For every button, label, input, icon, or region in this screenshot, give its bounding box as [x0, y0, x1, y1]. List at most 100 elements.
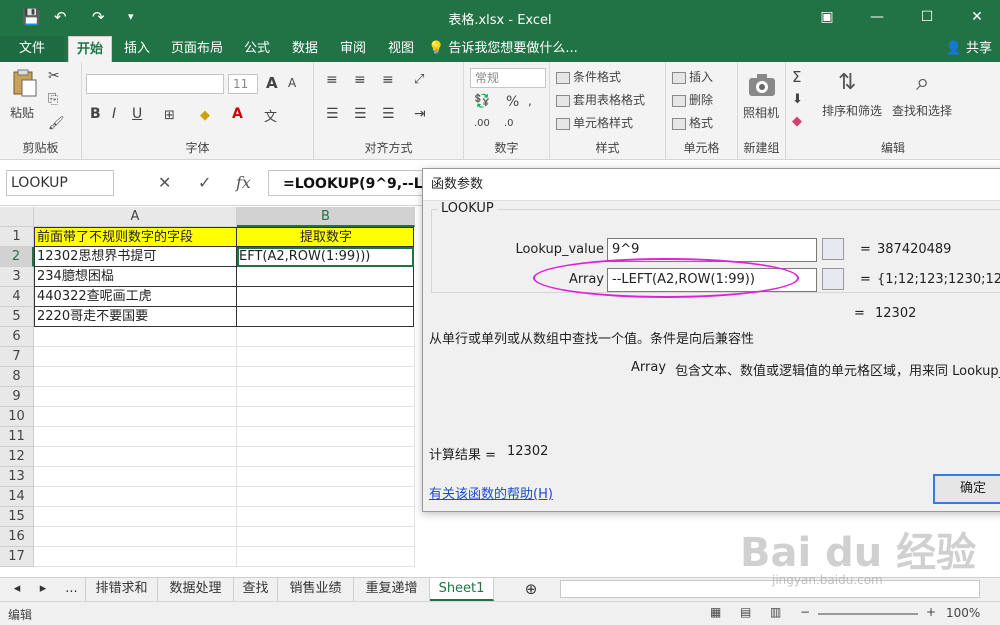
row-header[interactable]: 6	[0, 327, 34, 347]
empty-cell[interactable]	[34, 547, 237, 567]
empty-cell[interactable]	[34, 467, 237, 487]
ribbon-display-options-icon[interactable]: ▣	[812, 6, 842, 28]
row-header[interactable]: 10	[0, 407, 34, 427]
grow-font-icon[interactable]: A	[266, 74, 278, 92]
align-bottom-icon[interactable]: ≡	[382, 72, 394, 88]
sheet-nav-prev-icon[interactable]: ◂	[6, 578, 28, 601]
row-header[interactable]: 16	[0, 527, 34, 547]
minimize-button[interactable]: —	[862, 6, 892, 28]
tab-page-layout[interactable]: 页面布局	[164, 36, 230, 62]
row-header[interactable]: 17	[0, 547, 34, 567]
cut-icon[interactable]: ✂	[48, 68, 60, 84]
maximize-button[interactable]: ☐	[912, 6, 942, 28]
empty-cell[interactable]	[34, 367, 237, 387]
empty-cell[interactable]	[237, 407, 415, 427]
cell-a4[interactable]: 440322查呢画工虎	[34, 287, 237, 307]
sheet-tab[interactable]: 查找	[234, 578, 278, 601]
zoom-in-icon[interactable]: +	[926, 605, 936, 619]
select-all-corner[interactable]	[0, 207, 34, 227]
align-top-icon[interactable]: ≡	[326, 72, 338, 88]
find-select-icon[interactable]: ⌕	[916, 68, 929, 96]
empty-cell[interactable]	[237, 487, 415, 507]
cell-b2[interactable]: EFT(A2,ROW(1:99)))	[237, 247, 414, 267]
row-header[interactable]: 9	[0, 387, 34, 407]
empty-cell[interactable]	[237, 387, 415, 407]
cell-styles-button[interactable]: 单元格样式	[556, 114, 633, 131]
autosum-icon[interactable]: Σ	[792, 68, 801, 86]
sheet-tab[interactable]: 销售业绩	[278, 578, 354, 601]
shrink-font-icon[interactable]: A	[288, 76, 296, 90]
cell-a1[interactable]: 前面带了不规则数字的字段	[34, 227, 237, 247]
tab-view[interactable]: 视图	[380, 36, 422, 62]
paste-icon[interactable]	[10, 68, 40, 98]
camera-label[interactable]: 照相机	[743, 104, 779, 121]
arg-input-array[interactable]: --LEFT(A2,ROW(1:99))	[607, 268, 817, 292]
row-header[interactable]: 5	[0, 307, 34, 327]
empty-cell[interactable]	[237, 347, 415, 367]
row-header[interactable]: 8	[0, 367, 34, 387]
cell-b5[interactable]	[237, 307, 414, 327]
row-header[interactable]: 12	[0, 447, 34, 467]
sheet-nav-next-icon[interactable]: ▸	[32, 578, 54, 601]
empty-cell[interactable]	[34, 427, 237, 447]
phonetic-icon[interactable]: 文	[264, 106, 277, 125]
sheet-tab[interactable]: 重复递增	[354, 578, 430, 601]
conditional-format-button[interactable]: 条件格式	[556, 68, 621, 85]
font-size-input[interactable]: 11	[228, 74, 258, 94]
sort-filter-icon[interactable]: ⇅	[838, 70, 856, 95]
tab-home[interactable]: 开始	[68, 36, 112, 62]
row-header[interactable]: 13	[0, 467, 34, 487]
cancel-icon[interactable]: ✕	[158, 173, 171, 192]
column-header-a[interactable]: A	[34, 207, 237, 227]
row-header[interactable]: 14	[0, 487, 34, 507]
arg-input-lookup-value[interactable]: 9^9	[607, 238, 817, 262]
formula-input[interactable]: =LOOKUP(9^9,--LEFT(A2,ROW(1:99)))	[268, 170, 428, 196]
align-left-icon[interactable]: ☰	[326, 106, 339, 122]
page-break-view-icon[interactable]: ▥	[770, 605, 781, 619]
underline-button[interactable]: U	[132, 106, 142, 122]
percent-button[interactable]: %	[506, 94, 519, 110]
zoom-level[interactable]: 100%	[946, 606, 980, 620]
row-header[interactable]: 3	[0, 267, 34, 287]
sheet-nav-more-button[interactable]: ...	[58, 578, 86, 601]
empty-cell[interactable]	[237, 527, 415, 547]
camera-icon[interactable]	[747, 70, 777, 100]
currency-icon[interactable]: 💱	[474, 94, 490, 109]
empty-cell[interactable]	[237, 367, 415, 387]
format-as-table-button[interactable]: 套用表格格式	[556, 91, 645, 108]
row-header[interactable]: 11	[0, 427, 34, 447]
tell-me-box[interactable]: 💡 告诉我您想要做什么...	[428, 36, 588, 62]
fill-icon[interactable]: ⬇	[792, 92, 803, 107]
empty-cell[interactable]	[34, 487, 237, 507]
horizontal-scrollbar[interactable]	[560, 580, 980, 598]
zoom-slider[interactable]	[818, 613, 918, 615]
copy-icon[interactable]: ⎘	[48, 92, 58, 107]
tab-file[interactable]: 文件	[0, 36, 64, 62]
italic-button[interactable]: I	[112, 106, 116, 122]
empty-cell[interactable]	[34, 387, 237, 407]
clear-icon[interactable]: ◆	[792, 114, 802, 129]
row-header[interactable]: 15	[0, 507, 34, 527]
orientation-icon[interactable]: ⤢	[414, 72, 424, 87]
column-header-b[interactable]: B	[237, 207, 415, 227]
enter-icon[interactable]: ✓	[198, 173, 211, 192]
empty-cell[interactable]	[237, 547, 415, 567]
name-box[interactable]: LOOKUP	[6, 170, 114, 196]
sort-filter-button[interactable]: 排序和筛选	[822, 102, 882, 119]
empty-cell[interactable]	[34, 347, 237, 367]
format-painter-icon[interactable]: 🖌	[48, 116, 65, 131]
ok-button[interactable]: 确定	[933, 474, 1000, 504]
delete-cells-button[interactable]: 删除	[672, 91, 713, 108]
normal-view-icon[interactable]: ▦	[710, 605, 721, 619]
row-header[interactable]: 2	[0, 247, 34, 267]
collapse-dialog-icon[interactable]	[822, 238, 844, 260]
empty-cell[interactable]	[237, 427, 415, 447]
tab-formulas[interactable]: 公式	[236, 36, 278, 62]
sheet-tab[interactable]: 排错求和	[86, 578, 158, 601]
sheet-tab[interactable]: 数据处理	[158, 578, 234, 601]
cell-a5[interactable]: 2220哥走不要国要	[34, 307, 237, 327]
cell-b4[interactable]	[237, 287, 414, 307]
zoom-out-icon[interactable]: −	[800, 605, 810, 619]
tab-data[interactable]: 数据	[284, 36, 326, 62]
share-button[interactable]: 👤 共享	[946, 39, 992, 59]
